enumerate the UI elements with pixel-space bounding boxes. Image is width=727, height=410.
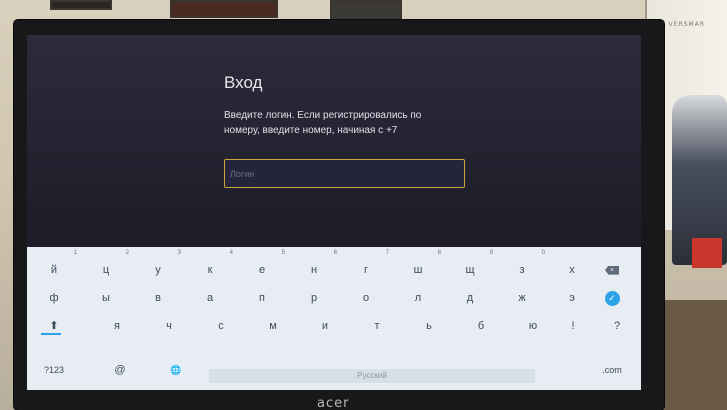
key[interactable]: р [289,285,339,311]
key[interactable]: ш8 [393,250,443,283]
backspace-icon: × [605,265,619,275]
key[interactable]: д [445,285,495,311]
key[interactable]: с [196,313,246,339]
key[interactable]: щ9 [445,250,495,283]
dotcom-key[interactable]: .com [587,357,637,383]
key[interactable]: ж [497,285,547,311]
wall-picture [330,0,402,22]
backspace-key[interactable]: × [587,257,637,283]
key[interactable]: ф [29,285,79,311]
page-title: Вход [224,73,263,92]
key[interactable]: м [248,313,298,339]
tv-screen: Вход Введите логин. Если регистрировалис… [27,35,641,390]
key[interactable]: б [456,313,506,339]
key[interactable]: ь [404,313,454,339]
key[interactable]: л [393,285,443,311]
key[interactable]: ч [144,313,194,339]
key[interactable]: ц2 [81,250,131,283]
key[interactable]: я [92,313,142,339]
login-hint-text: Введите логин. Если регистрировались по … [224,110,422,136]
key[interactable]: в [133,285,183,311]
shift-key[interactable]: ⬆ [29,313,79,339]
key[interactable]: к4 [185,250,235,283]
at-key[interactable]: @ [95,357,145,383]
key[interactable]: о [341,285,391,311]
enter-key[interactable]: ✓ [587,285,637,311]
globe-icon[interactable]: 🌐 [151,357,201,383]
key[interactable]: ы [81,285,131,311]
check-icon: ✓ [604,290,620,306]
key[interactable]: г7 [341,250,391,283]
key[interactable]: з0 [497,250,547,283]
wall-picture [50,0,112,10]
keyboard-row-1: й1 ц2 у3 к4 е5 н6 г7 ш8 щ9 з0 х × [27,250,641,283]
numbers-key[interactable]: ?123 [29,357,79,383]
key[interactable]: ? [592,313,641,339]
key[interactable]: е5 [237,250,287,283]
key[interactable]: н6 [289,250,339,283]
key[interactable]: а [185,285,235,311]
onscreen-keyboard: й1 ц2 у3 к4 е5 н6 г7 ш8 щ9 з0 х × ф ы в … [27,247,641,390]
shift-icon: ⬆ [49,320,59,332]
key[interactable]: й1 [29,250,79,283]
monitor-brand-logo: acer [317,396,350,410]
login-input[interactable]: Логин [224,159,465,188]
key[interactable]: ! [548,313,598,339]
keyboard-row-3: ⬆ я ч с м и т ь б ю ! ? [27,313,641,339]
key[interactable]: т [352,313,402,339]
monitor-model-label: VERSMAR [668,21,705,28]
shift-indicator [41,333,61,335]
red-box [692,238,722,268]
space-key[interactable]: Русский [209,369,535,383]
key[interactable]: у3 [133,250,183,283]
keyboard-row-2: ф ы в а п р о л д ж э ✓ [27,285,641,311]
key[interactable]: п [237,285,287,311]
key[interactable]: и [300,313,350,339]
wall-picture [170,0,278,18]
